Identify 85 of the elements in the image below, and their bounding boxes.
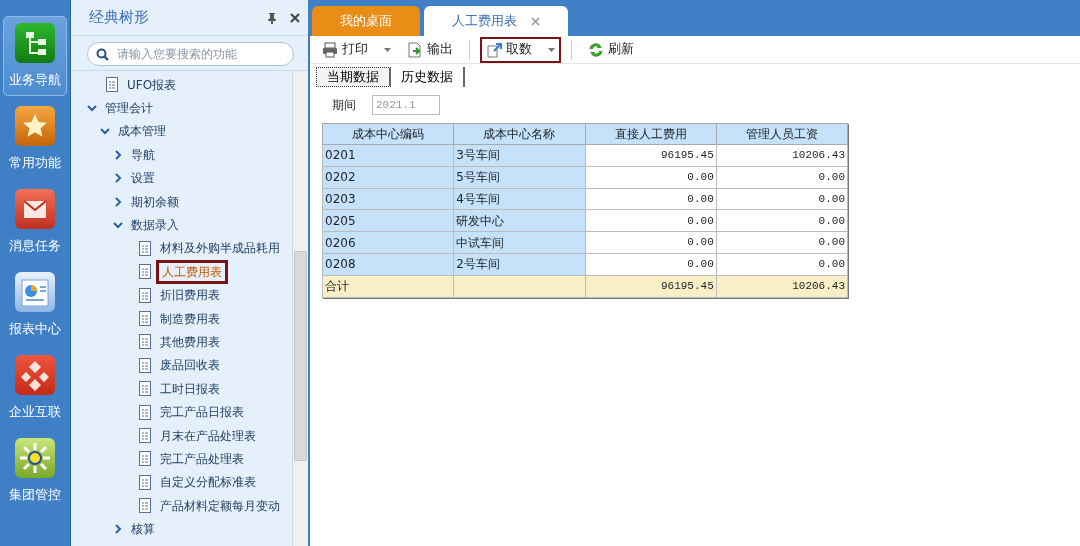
- tree-item[interactable]: 其他费用表: [158, 333, 222, 351]
- document-icon: [138, 264, 152, 280]
- document-icon: [138, 357, 152, 373]
- tree-item[interactable]: 设置: [129, 169, 157, 188]
- table-cell: 0.00: [585, 166, 717, 189]
- toolbar-button[interactable]: 取数: [480, 36, 561, 63]
- tree-item[interactable]: 人工费用表: [158, 261, 226, 282]
- tree-item[interactable]: 核算: [129, 520, 157, 539]
- document-icon: [138, 474, 152, 490]
- table-cell: 0.00: [585, 188, 717, 210]
- rail-item[interactable]: 常用功能: [3, 99, 67, 179]
- table-cell: 0208: [322, 253, 454, 276]
- tab[interactable]: 历史数据: [391, 67, 465, 87]
- pin-icon[interactable]: [266, 11, 278, 24]
- tree-item[interactable]: 制造费用表: [158, 309, 222, 328]
- document-icon: [138, 311, 152, 327]
- column-header: 成本中心名称: [453, 123, 585, 145]
- table-cell: 0205: [322, 209, 454, 232]
- rail-item[interactable]: 消息任务: [3, 182, 67, 262]
- scrollbar[interactable]: [292, 71, 308, 546]
- table-cell: 0201: [322, 144, 454, 167]
- search-input[interactable]: 请输入您要搜索的功能: [115, 44, 285, 64]
- tab[interactable]: 当期数据: [316, 67, 391, 87]
- table-cell: 0.00: [585, 209, 717, 232]
- rail-item[interactable]: 报表中心: [3, 265, 67, 345]
- document-icon: [138, 428, 152, 444]
- panel-title: 经典树形: [89, 7, 150, 29]
- table-cell: 0.00: [585, 231, 717, 254]
- table-cell: 0203: [322, 188, 454, 210]
- tree-item[interactable]: 产品材料定额每月变动: [158, 496, 282, 515]
- table-cell: 96195.45: [585, 144, 717, 167]
- network-icon: [14, 437, 56, 480]
- printer-icon: [322, 41, 338, 58]
- envelope-icon: [14, 188, 56, 231]
- tree-item[interactable]: 工时日报表: [158, 379, 222, 398]
- document-icon: [138, 287, 152, 303]
- tree-item[interactable]: UFO报表: [125, 75, 179, 94]
- document-icon: [138, 240, 152, 256]
- tree-item[interactable]: 数据录入: [129, 216, 181, 235]
- document-icon: [138, 498, 152, 514]
- document-icon: [105, 77, 119, 93]
- period-label: 期间: [332, 97, 356, 114]
- document-icon: [138, 404, 152, 420]
- toolbar-button[interactable]: 打印: [316, 36, 397, 63]
- tree-item[interactable]: 期初余额: [129, 192, 181, 211]
- table-cell: 0.00: [716, 253, 848, 276]
- diamonds-icon: [14, 354, 56, 397]
- document-icon: [138, 334, 152, 350]
- rail-item[interactable]: 企业互联: [3, 348, 67, 428]
- rail-item[interactable]: 集团管控: [3, 431, 67, 511]
- export-icon: [407, 41, 423, 58]
- table-cell: 0.00: [716, 231, 848, 254]
- column-header: 管理人员工资: [716, 123, 848, 145]
- column-header: 成本中心编码: [322, 123, 454, 145]
- table-cell: 0.00: [585, 253, 717, 276]
- tab[interactable]: 人工费用表: [424, 6, 568, 36]
- tree-item[interactable]: 材料及外购半成品耗用: [158, 239, 282, 258]
- tree-item[interactable]: 导航: [129, 145, 157, 164]
- tree-item[interactable]: 成本管理: [116, 122, 168, 141]
- table-cell: 10206.43: [716, 144, 848, 167]
- search-field[interactable]: 请输入您要搜索的功能: [87, 42, 294, 66]
- table-cell: 0.00: [716, 188, 848, 210]
- column-header: 直接人工费用: [585, 123, 717, 145]
- toolbar-button[interactable]: 输出: [401, 36, 459, 63]
- refresh-icon: [588, 41, 604, 58]
- document-icon: [138, 381, 152, 397]
- toolbar-button[interactable]: 刷新: [582, 36, 640, 63]
- table-cell: 合计: [322, 275, 454, 298]
- tree-item[interactable]: 废品回收表: [158, 356, 222, 375]
- report-icon: [14, 271, 56, 314]
- tree-item[interactable]: 折旧费用表: [158, 286, 222, 305]
- search-icon: [96, 47, 109, 61]
- folder-tree-icon: [14, 22, 56, 65]
- tree-item[interactable]: 完工产品处理表: [158, 449, 246, 468]
- table-cell: 0206: [322, 231, 454, 254]
- tree-item[interactable]: 管理会计: [103, 99, 155, 118]
- tree-item[interactable]: 自定义分配标准表: [158, 473, 258, 492]
- table-cell: 0202: [322, 166, 454, 189]
- document-icon: [138, 451, 152, 467]
- tree-item[interactable]: 月末在产品处理表: [158, 426, 258, 445]
- import-icon: [486, 41, 502, 58]
- table-cell: 0.00: [716, 166, 848, 189]
- table-cell: 0.00: [716, 209, 848, 232]
- close-icon[interactable]: [290, 12, 300, 23]
- tree-item[interactable]: 完工产品日报表: [158, 403, 246, 422]
